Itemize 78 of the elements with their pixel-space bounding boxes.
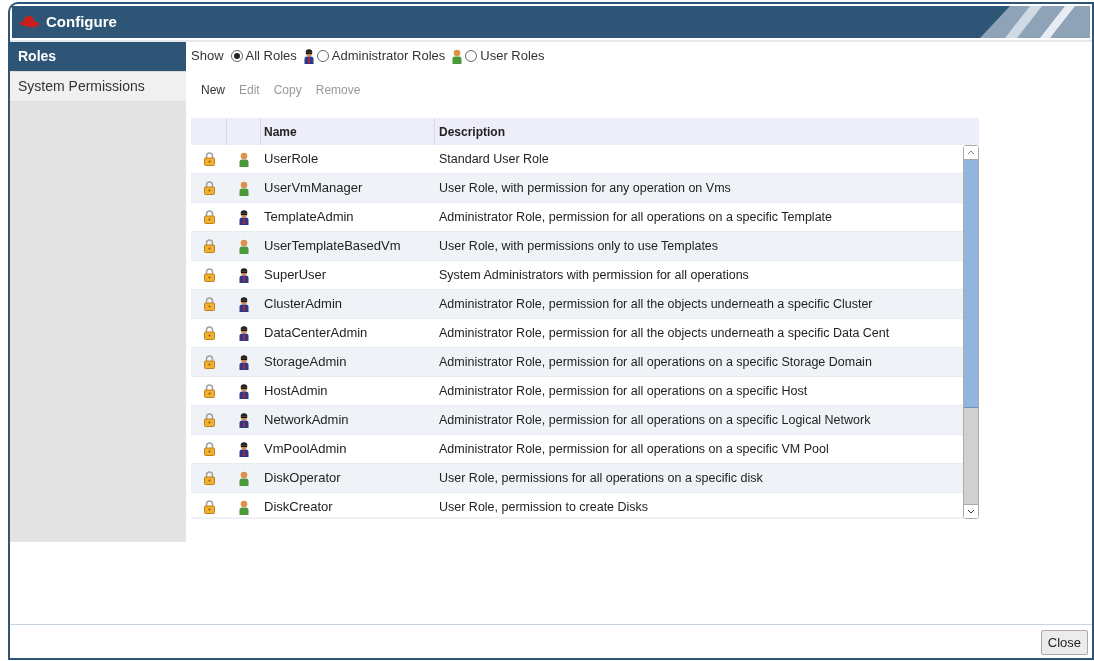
user-person-icon xyxy=(239,151,249,167)
sidebar-item[interactable]: Roles xyxy=(10,42,186,72)
table-cell-text: User Role, with permissions only to use Templates xyxy=(438,237,719,255)
table-cell-text: TemplateAdmin xyxy=(263,208,355,227)
table-cell-text: Administrator Role, permission for all the objects underneath a specific Data Cent xyxy=(438,324,890,342)
table-cell-text: UserTemplateBasedVm xyxy=(263,237,402,256)
sidebar-item[interactable]: System Permissions xyxy=(10,72,186,102)
table-cell-text: UserVmManager xyxy=(263,179,364,198)
admin-person-icon xyxy=(239,296,249,312)
lock-icon xyxy=(203,181,215,195)
table-cell-text: Administrator Role, permission for all operations on a specific VM Pool xyxy=(438,440,829,458)
close-button[interactable]: Close xyxy=(1040,630,1088,655)
table-cell-text: VmPoolAdmin xyxy=(263,440,348,459)
table-cell-text: User Role, permissions for all operations on a specific disk xyxy=(438,469,763,487)
user-person-icon xyxy=(452,48,463,64)
lock-icon xyxy=(203,210,215,224)
table-cell-text: StorageAdmin xyxy=(263,353,348,372)
table-cell-text: Administrator Role, permission for all operations on a specific Storage Domain xyxy=(438,353,872,371)
admin-person-icon xyxy=(239,267,249,283)
admin-person-icon xyxy=(239,412,249,428)
admin-person-icon xyxy=(239,354,249,370)
table-cell-text: Administrator Role, permission for all operations on a specific Template xyxy=(438,208,832,226)
table-cell-text: DiskOperator xyxy=(263,469,342,488)
column-header[interactable]: Description xyxy=(435,118,979,145)
lock-icon xyxy=(203,413,215,427)
table-row[interactable]: StorageAdmin Administrator Role, permission for all operations on a specific Storage Domain xyxy=(191,348,963,377)
user-person-icon xyxy=(239,180,249,196)
table-cell-text: SuperUser xyxy=(263,266,328,285)
lock-icon xyxy=(203,384,215,398)
table-cell-text: Administrator Role, permission for all operations on a specific Host xyxy=(438,382,808,400)
radio-button[interactable] xyxy=(465,50,478,62)
user-person-icon xyxy=(239,499,249,515)
lock-icon xyxy=(203,500,215,514)
table-cell-text: ClusterAdmin xyxy=(263,295,344,314)
lock-icon xyxy=(203,355,215,369)
table-cell-text: System Administrators with permission for all operations xyxy=(438,266,749,284)
table-row[interactable]: DiskOperator User Role, permissions for all operations on a specific disk xyxy=(191,464,963,493)
scrollbar[interactable] xyxy=(963,145,979,519)
user-person-icon xyxy=(239,238,249,254)
toolbar-button[interactable]: New xyxy=(201,81,225,99)
table-cell-text: NetworkAdmin xyxy=(263,411,350,430)
table-cell-text: DataCenterAdmin xyxy=(263,324,369,343)
admin-person-icon xyxy=(303,48,314,64)
user-person-icon xyxy=(239,470,249,486)
lock-icon xyxy=(203,268,215,282)
admin-person-icon xyxy=(239,325,249,341)
radio-button[interactable] xyxy=(230,50,243,62)
table-cell-text: User Role, permission to create Disks xyxy=(438,498,649,516)
table-row[interactable]: NetworkAdmin Administrator Role, permission for all operations on a specific Logical Network xyxy=(191,406,963,435)
table-cell-text: Standard User Role xyxy=(438,150,549,168)
filter-label: Show xyxy=(191,47,224,66)
admin-person-icon xyxy=(239,441,249,457)
radio-button[interactable] xyxy=(316,50,329,62)
radio-label: User Roles xyxy=(480,47,545,66)
lock-icon xyxy=(203,297,215,311)
table-row[interactable]: UserVmManager User Role, with permission for any operation on Vms xyxy=(191,174,963,203)
table-cell-text: Administrator Role, permission for all operations on a specific Logical Network xyxy=(438,411,871,429)
table-row[interactable]: UserTemplateBasedVm User Role, with permissions only to use Templates xyxy=(191,232,963,261)
scroll-down-icon[interactable] xyxy=(964,504,978,518)
table-cell-text: User Role, with permission for any operation on Vms xyxy=(438,179,731,197)
lock-icon xyxy=(203,471,215,485)
lock-icon xyxy=(203,442,215,456)
admin-person-icon xyxy=(239,383,249,399)
window-title: Configure xyxy=(46,11,117,32)
table-cell-text: UserRole xyxy=(263,150,320,169)
scroll-up-icon[interactable] xyxy=(964,146,978,160)
scroll-thumb[interactable] xyxy=(964,160,978,408)
radio-label: All Roles xyxy=(245,47,297,66)
radio-label: Administrator Roles xyxy=(331,47,446,66)
table-cell-text: HostAdmin xyxy=(263,382,329,401)
table-cell-text: DiskCreator xyxy=(263,498,334,517)
lock-icon xyxy=(203,152,215,166)
lock-icon xyxy=(203,239,215,253)
table-cell-text: Administrator Role, permission for all the objects underneath a specific Cluster xyxy=(438,295,873,313)
table-row[interactable]: ClusterAdmin Administrator Role, permission for all the objects underneath a specific Cluster xyxy=(191,290,963,319)
hat-logo-icon xyxy=(18,15,40,29)
admin-person-icon xyxy=(239,209,249,225)
lock-icon xyxy=(203,326,215,340)
